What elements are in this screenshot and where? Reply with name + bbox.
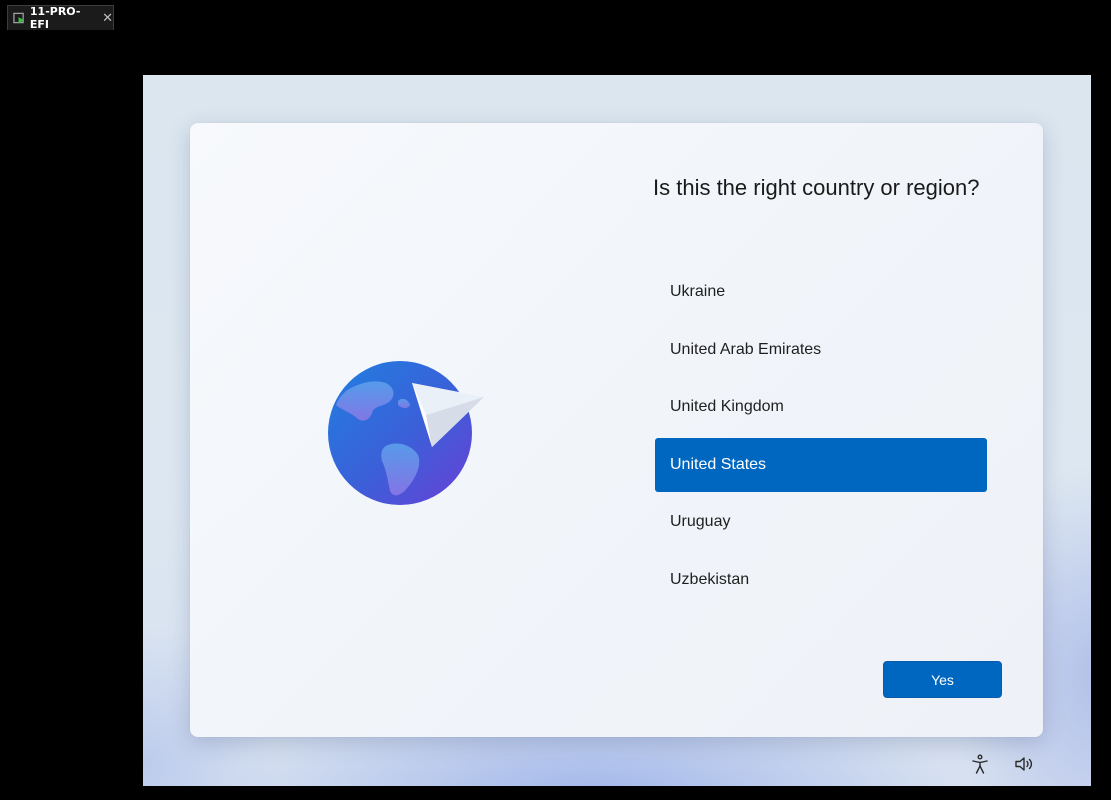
region-item-uruguay[interactable]: Uruguay [655,495,987,549]
region-item-united-states[interactable]: United States [655,437,987,492]
region-item-united-kingdom[interactable]: United Kingdom [655,380,987,434]
region-item-ukraine[interactable]: Ukraine [655,265,987,319]
volume-icon [1015,757,1033,771]
vm-tab[interactable]: 11-PRO-EFI ✕ [7,5,114,31]
guest-screen: Is this the right country or region? Ukr… [143,75,1091,786]
vm-tab-label: 11-PRO-EFI [29,5,81,31]
region-item-united-arab-emirates[interactable]: United Arab Emirates [655,323,987,377]
oobe-dialog: Is this the right country or region? Ukr… [190,123,1043,737]
accessibility-icon [972,754,988,774]
globe-paper-plane-icon [328,357,488,505]
region-list[interactable]: Ukraine United Arab Emirates United King… [655,265,987,610]
tab-close-icon[interactable]: ✕ [102,11,113,26]
yes-button[interactable]: Yes [883,661,1002,698]
region-item-uzbekistan[interactable]: Uzbekistan [655,553,987,607]
accessibility-button[interactable] [969,753,991,775]
page-title: Is this the right country or region? [653,175,980,200]
volume-button[interactable] [1013,753,1035,775]
vm-play-icon [13,12,25,24]
